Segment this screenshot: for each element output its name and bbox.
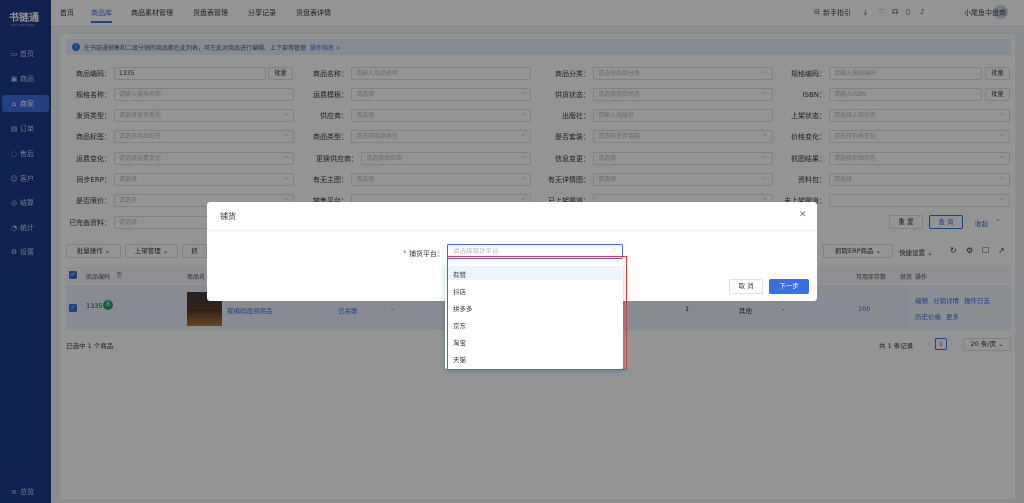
next-button[interactable]: 下一步 [769, 279, 809, 294]
dialog-divider [207, 230, 817, 231]
highlight-box [447, 256, 627, 370]
platform-placeholder: 请选择铺货平台 [453, 247, 499, 255]
dialog-title: 铺货 [220, 212, 236, 221]
platform-label: 铺货平台： [409, 250, 444, 258]
cancel-button[interactable]: 取 消 [729, 279, 763, 294]
close-icon[interactable]: ✕ [799, 210, 807, 220]
required-mark: * [403, 249, 407, 257]
